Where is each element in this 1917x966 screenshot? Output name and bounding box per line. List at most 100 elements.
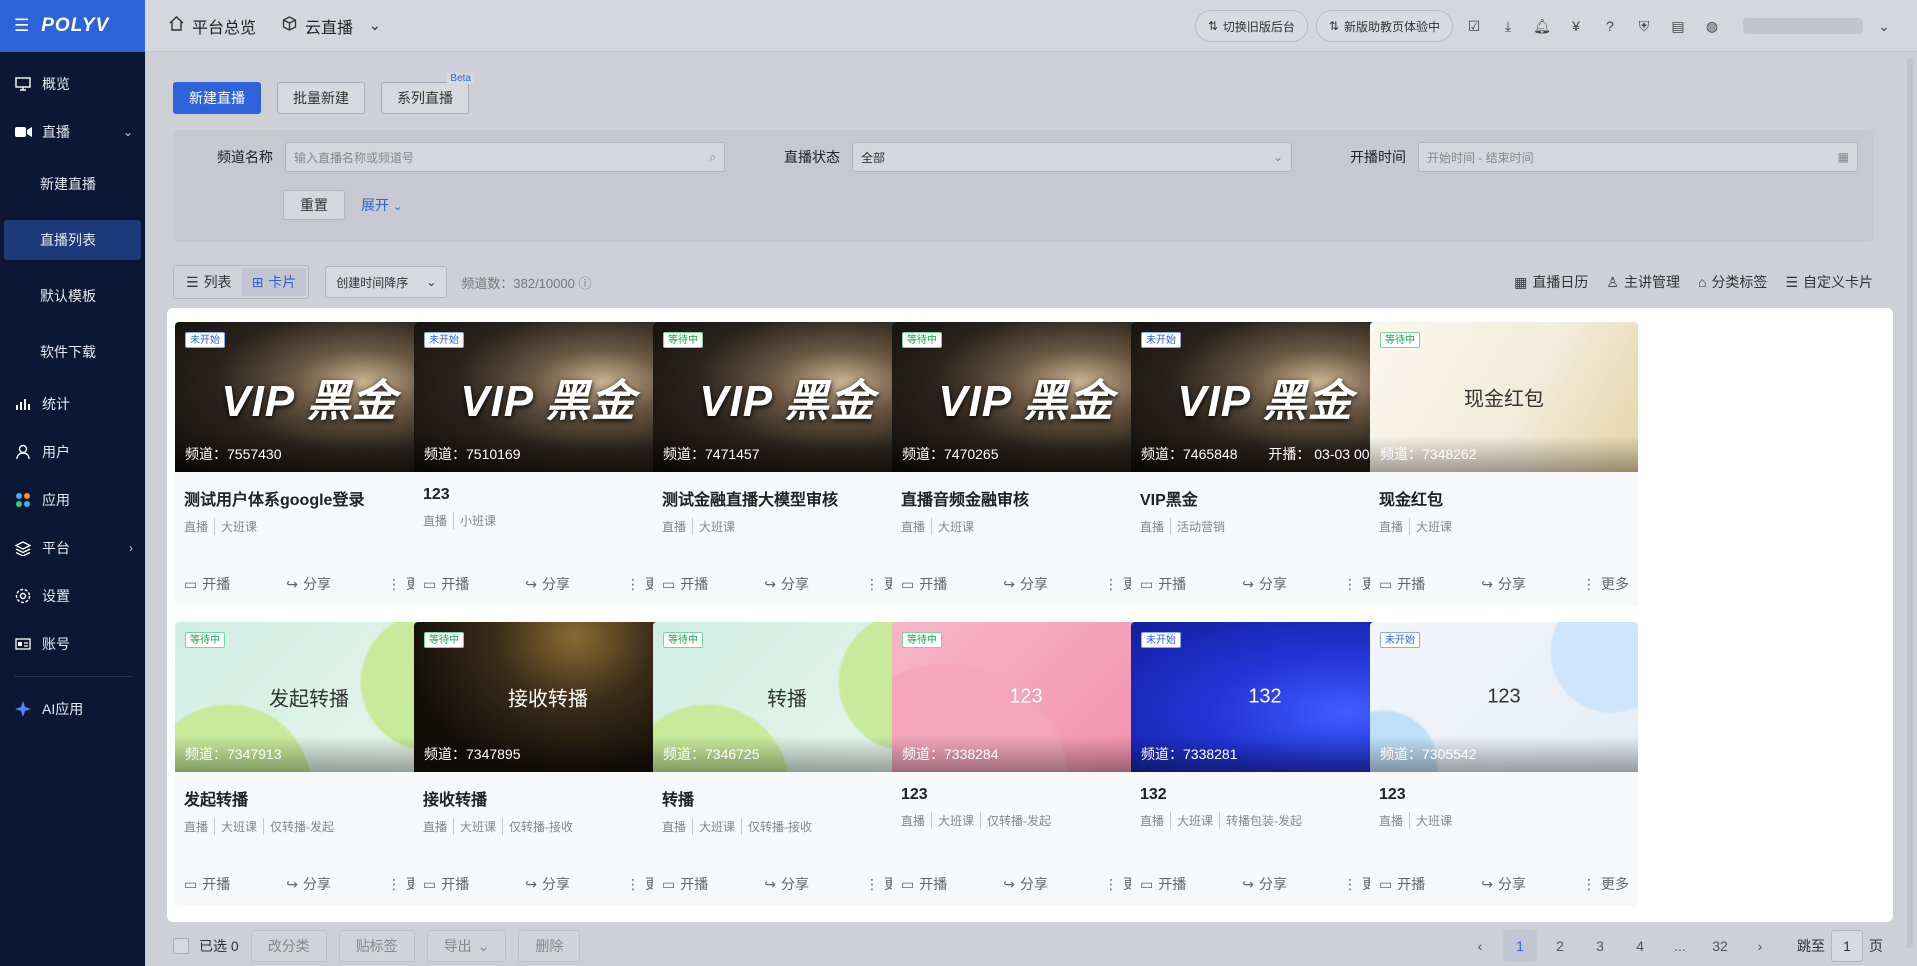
sidebar-sub-software-download[interactable]: 软件下载: [0, 324, 145, 380]
live-card[interactable]: 未开始 123 频道：7305542 123 直播 大班课 ▭ 开播 ↪ 分享 ⋮ 更多: [1370, 622, 1638, 906]
card-thumbnail[interactable]: 等待中 接收转播 频道：7347895: [414, 622, 682, 772]
page-jump-input[interactable]: 1: [1831, 930, 1863, 962]
card-icon[interactable]: ▤: [1665, 13, 1691, 39]
card-title[interactable]: 发起转播: [175, 772, 443, 810]
task-icon[interactable]: ☑: [1461, 13, 1487, 39]
share-button[interactable]: ↪ 分享: [1003, 574, 1048, 594]
live-card[interactable]: 等待中 接收转播 频道：7347895 接收转播 直播 大班课 仅转播-接收 ▭ 开播…: [414, 622, 682, 906]
sort-select[interactable]: 创建时间降序 ⌄: [325, 266, 448, 298]
time-range-input[interactable]: 开始时间 - 结束时间 ▦: [1418, 142, 1858, 172]
card-thumbnail[interactable]: 等待中 转播 频道：7346725: [653, 622, 921, 772]
speaker-manage-button[interactable]: ♙ 主讲管理: [1606, 272, 1680, 292]
sidebar-item-overview[interactable]: 概览: [0, 60, 145, 108]
card-thumbnail[interactable]: 未开始 VIP 黑金 频道：7557430: [175, 322, 443, 472]
card-title[interactable]: 转播: [653, 772, 921, 810]
page-4[interactable]: 4: [1623, 930, 1657, 962]
live-card[interactable]: 未开始 VIP 黑金 频道：7557430 测试用户体系google登录 直播大…: [175, 322, 443, 606]
share-button[interactable]: ↪ 分享: [1242, 874, 1287, 894]
custom-card-button[interactable]: ☰ 自定义卡片: [1785, 272, 1873, 292]
page-2[interactable]: 2: [1543, 930, 1577, 962]
help-icon[interactable]: ?: [1597, 13, 1623, 39]
scrollbar[interactable]: [1907, 58, 1913, 948]
sidebar-item-apps[interactable]: 应用: [0, 476, 145, 524]
share-button[interactable]: ↪ 分享: [525, 574, 570, 594]
more-button[interactable]: ⋮ 更多: [1582, 574, 1629, 594]
start-live-button[interactable]: ▭ 开播: [662, 574, 708, 594]
share-button[interactable]: ↪ 分享: [1481, 874, 1526, 894]
start-live-button[interactable]: ▭ 开播: [423, 574, 469, 594]
start-live-button[interactable]: ▭ 开播: [1140, 874, 1186, 894]
card-thumbnail[interactable]: 等待中 VIP 黑金 频道：7471457: [653, 322, 921, 472]
live-card[interactable]: 等待中 发起转播 频道：7347913 发起转播 直播 大班课 仅转播-发起 ▭ 开播…: [175, 622, 443, 906]
reset-button[interactable]: 重置: [283, 190, 345, 220]
page-3[interactable]: 3: [1583, 930, 1617, 962]
sidebar-item-users[interactable]: 用户: [0, 428, 145, 476]
card-thumbnail[interactable]: 等待中 发起转播 频道：7347913: [175, 622, 443, 772]
page-32[interactable]: 32: [1703, 930, 1737, 962]
start-live-button[interactable]: ▭ 开播: [662, 874, 708, 894]
currency-icon[interactable]: ¥: [1563, 13, 1589, 39]
select-all-checkbox[interactable]: [173, 938, 189, 954]
share-button[interactable]: ↪ 分享: [286, 574, 331, 594]
share-button[interactable]: ↪ 分享: [764, 874, 809, 894]
card-view-button[interactable]: ⊞ 卡片: [241, 268, 307, 296]
add-tag-button[interactable]: 贴标签: [338, 930, 415, 962]
live-calendar-button[interactable]: ▦ 直播日历: [1514, 272, 1588, 292]
chevron-down-icon[interactable]: ⌄: [1871, 13, 1897, 39]
share-button[interactable]: ↪ 分享: [764, 574, 809, 594]
globe-icon[interactable]: ◍: [1699, 13, 1725, 39]
sidebar-item-stats[interactable]: 统计: [0, 380, 145, 428]
status-select[interactable]: 全部 ⌄: [852, 142, 1292, 172]
series-live-button[interactable]: 系列直播 Beta: [381, 73, 474, 114]
card-title[interactable]: 直播音频金融审核: [892, 472, 1160, 510]
start-live-button[interactable]: ▭ 开播: [423, 874, 469, 894]
start-live-button[interactable]: ▭ 开播: [1140, 574, 1186, 594]
live-card[interactable]: 等待中 现金红包 频道：7348262 现金红包 直播 大班课 ▭ 开播 ↪ 分享 ⋮…: [1370, 322, 1638, 606]
card-thumbnail[interactable]: 未开始 123 频道：7305542: [1370, 622, 1638, 772]
bell-icon[interactable]: 🔔︎: [1529, 13, 1555, 39]
card-thumbnail[interactable]: 等待中 现金红包 频道：7348262: [1370, 322, 1638, 472]
sidebar-sub-new-live[interactable]: 新建直播: [0, 156, 145, 212]
start-live-button[interactable]: ▭ 开播: [1379, 574, 1425, 594]
live-card[interactable]: 未开始 132 频道：7338281 132 直播 大班课 转播包装-发起 ▭ 开播 …: [1131, 622, 1399, 906]
card-title[interactable]: VIP黑金: [1131, 472, 1399, 510]
page-1[interactable]: 1: [1503, 930, 1537, 962]
download-icon[interactable]: ⤓: [1495, 13, 1521, 39]
share-button[interactable]: ↪ 分享: [286, 874, 331, 894]
page-ellipsis[interactable]: ...: [1663, 930, 1697, 962]
card-title[interactable]: 123: [892, 772, 1160, 804]
card-thumbnail[interactable]: 等待中 123 频道：7338284: [892, 622, 1160, 772]
live-card[interactable]: 未开始 VIP 黑金 频道：7465848 开播： 03-03 00:00 VI…: [1131, 322, 1399, 606]
product-switcher[interactable]: 云直播 ⌄: [282, 14, 381, 38]
card-title[interactable]: 测试用户体系google登录: [175, 472, 443, 510]
live-card[interactable]: 等待中 转播 频道：7346725 转播 直播 大班课 仅转播-接收 ▭ 开播 ↪ 分享…: [653, 622, 921, 906]
start-live-button[interactable]: ▭ 开播: [184, 574, 230, 594]
list-view-button[interactable]: ☰ 列表: [176, 268, 242, 296]
menu-icon[interactable]: ☰: [14, 16, 29, 36]
start-live-button[interactable]: ▭ 开播: [1379, 874, 1425, 894]
sidebar-item-settings[interactable]: 设置: [0, 572, 145, 620]
sidebar-item-ai-apps[interactable]: AI应用: [0, 685, 145, 733]
prev-page-button[interactable]: ‹: [1463, 930, 1497, 962]
reclassify-button[interactable]: 改分类: [250, 930, 327, 962]
share-button[interactable]: ↪ 分享: [1003, 874, 1048, 894]
start-live-button[interactable]: ▭ 开播: [901, 574, 947, 594]
share-button[interactable]: ↪ 分享: [525, 874, 570, 894]
card-title[interactable]: 接收转播: [414, 772, 682, 810]
live-card[interactable]: 未开始 VIP 黑金 频道：7510169 123 直播 小班课 ▭ 开播 ↪ 分享 …: [414, 322, 682, 606]
export-button[interactable]: 导出 ⌄: [426, 930, 507, 962]
sidebar-sub-live-list[interactable]: 直播列表: [4, 220, 141, 260]
card-thumbnail[interactable]: 未开始 132 频道：7338281: [1131, 622, 1399, 772]
live-card[interactable]: 等待中 VIP 黑金 频道：7471457 测试金融直播大模型审核 直播 大班课 …: [653, 322, 921, 606]
switch-old-button[interactable]: ⇅ 切换旧版后台: [1194, 10, 1308, 42]
share-button[interactable]: ↪ 分享: [1481, 574, 1526, 594]
new-live-button[interactable]: 新建直播: [173, 82, 261, 114]
live-card[interactable]: 等待中 123 频道：7338284 123 直播 大班课 仅转播-发起 ▭ 开播 ↪…: [892, 622, 1160, 906]
card-title[interactable]: 现金红包: [1370, 472, 1638, 510]
expand-link[interactable]: 展开 ⌄: [361, 195, 402, 215]
live-card[interactable]: 等待中 VIP 黑金 频道：7470265 直播音频金融审核 直播 大班课 ▭ 开播…: [892, 322, 1160, 606]
sidebar-item-live[interactable]: 直播 ⌄: [0, 108, 145, 156]
card-title[interactable]: 132: [1131, 772, 1399, 804]
start-live-button[interactable]: ▭ 开播: [184, 874, 230, 894]
sidebar-sub-default-template[interactable]: 默认模板: [0, 268, 145, 324]
